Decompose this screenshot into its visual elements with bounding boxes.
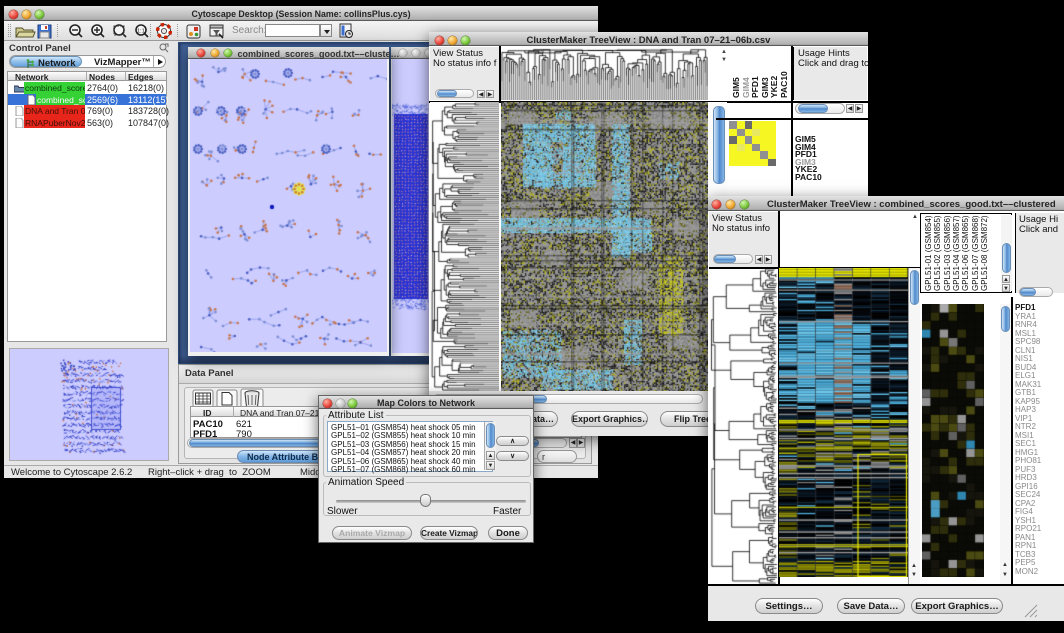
svg-text:1:1: 1:1: [137, 29, 145, 35]
